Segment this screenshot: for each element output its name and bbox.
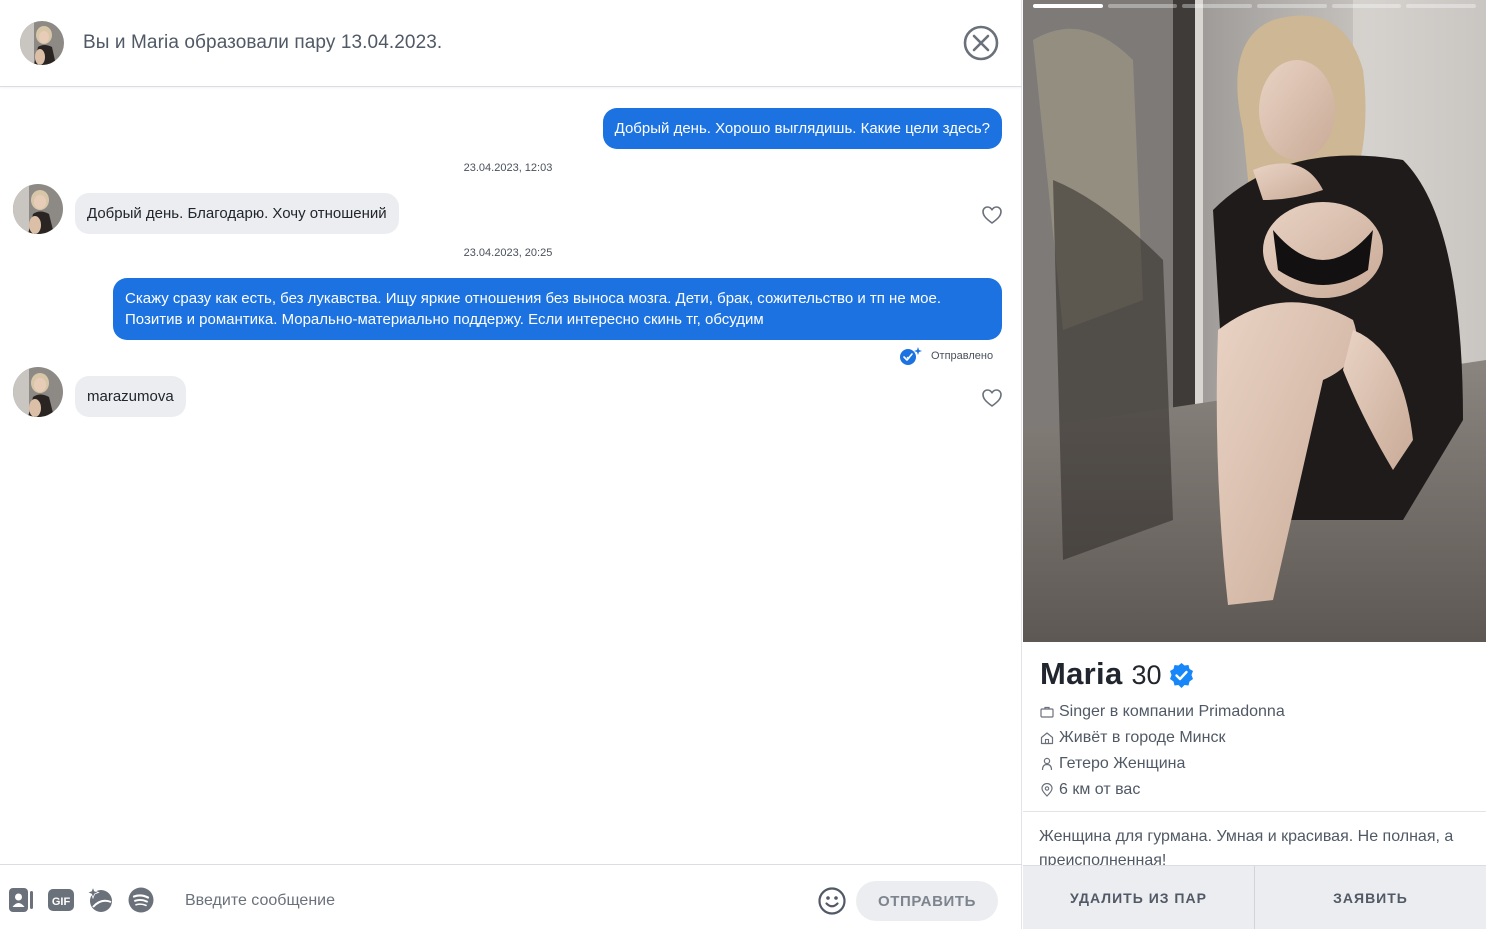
profile-divider xyxy=(1023,811,1486,812)
message-line: Скажу сразу как есть, без лукавства. Ищу… xyxy=(125,290,942,307)
delivered-check-icon xyxy=(900,347,922,365)
profile-orientation: Гетеро Женщина xyxy=(1040,755,1185,773)
profile-job: Singer в компании Primadonna xyxy=(1040,703,1285,721)
profile-panel: Maria 30 Singer в компании Primadonna Жи… xyxy=(1023,0,1486,929)
chat-header: Вы и Maria образовали пару 13.04.2023. xyxy=(0,0,1022,87)
message-line: Позитив и романтика. Морально-материальн… xyxy=(125,311,764,328)
gif-icon[interactable]: GIF xyxy=(47,886,75,914)
svg-text:GIF: GIF xyxy=(52,896,71,908)
home-icon xyxy=(1040,732,1054,745)
message-timestamp: 23.04.2023, 12:03 xyxy=(463,162,553,174)
profile-name: Maria xyxy=(1040,656,1123,691)
profile-actions: УДАЛИТЬ ИЗ ПАР ЗАЯВИТЬ xyxy=(1023,865,1486,929)
emoji-icon[interactable] xyxy=(817,886,847,916)
photo-progress-segment[interactable] xyxy=(1033,4,1103,8)
profile-orientation-text: Гетеро Женщина xyxy=(1059,755,1186,772)
profile-photo[interactable] xyxy=(1023,0,1486,642)
profile-bio: Женщина для гурмана. Умная и красивая. Н… xyxy=(1039,828,1454,865)
report-button[interactable]: ЗАЯВИТЬ xyxy=(1254,866,1486,929)
close-icon[interactable] xyxy=(963,25,999,61)
profile-distance-text: 6 км от вас xyxy=(1059,781,1141,798)
photo-progress-segment[interactable] xyxy=(1406,4,1477,8)
profile-city-text: Живёт в городе Минск xyxy=(1059,729,1226,746)
profile-job-text: Singer в компании Primadonna xyxy=(1059,703,1285,720)
app: Вы и Maria образовали пару 13.04.2023. Д… xyxy=(0,0,1486,929)
location-pin-icon xyxy=(1041,783,1053,797)
sender-avatar[interactable] xyxy=(13,184,63,234)
message-bubble-incoming[interactable]: marazumova xyxy=(75,376,186,417)
message-bubble-outgoing[interactable]: Скажу сразу как есть, без лукавства. Ищу… xyxy=(113,278,1002,340)
chat-panel: Вы и Maria образовали пару 13.04.2023. Д… xyxy=(0,0,1022,929)
message-bubble-outgoing[interactable]: Добрый день. Хорошо выглядишь. Какие цел… xyxy=(602,108,1002,149)
profile-age: 30 xyxy=(1131,660,1162,690)
briefcase-icon xyxy=(1040,706,1054,718)
photo-progress-segment[interactable] xyxy=(1182,4,1253,8)
send-button[interactable]: ОТПРАВИТЬ xyxy=(856,881,998,921)
contact-card-icon[interactable] xyxy=(7,886,35,914)
photo-progress-segment[interactable] xyxy=(1107,4,1178,8)
unmatch-button[interactable]: УДАЛИТЬ ИЗ ПАР xyxy=(1023,866,1254,929)
profile-name-row: Maria 30 xyxy=(1040,656,1195,692)
message-timestamp: 23.04.2023, 20:25 xyxy=(463,247,553,259)
match-title: Вы и Maria образовали пару 13.04.2023. xyxy=(83,32,443,53)
sticker-sparkle-icon[interactable] xyxy=(87,886,115,914)
spotify-icon[interactable] xyxy=(127,886,155,914)
message-bubble-incoming[interactable]: Добрый день. Благодарю. Хочу отношений xyxy=(75,193,399,234)
delivery-status-label: Отправлено xyxy=(931,350,994,362)
message-list[interactable]: Добрый день. Хорошо выглядишь. Какие цел… xyxy=(0,88,1022,864)
heart-icon[interactable] xyxy=(981,204,1003,226)
match-avatar[interactable] xyxy=(20,21,64,65)
photo-progress-segment[interactable] xyxy=(1331,4,1402,8)
verified-badge-icon xyxy=(1169,662,1193,688)
delivery-status: Отправлено xyxy=(899,346,993,366)
profile-distance: 6 км от вас xyxy=(1040,781,1140,799)
photo-progress-segment[interactable] xyxy=(1257,4,1327,8)
profile-city: Живёт в городе Минск xyxy=(1040,729,1225,747)
person-icon xyxy=(1041,757,1053,771)
sender-avatar[interactable] xyxy=(13,367,63,417)
message-input[interactable] xyxy=(176,884,796,918)
photo-progress xyxy=(1033,4,1477,8)
heart-icon[interactable] xyxy=(981,387,1003,409)
